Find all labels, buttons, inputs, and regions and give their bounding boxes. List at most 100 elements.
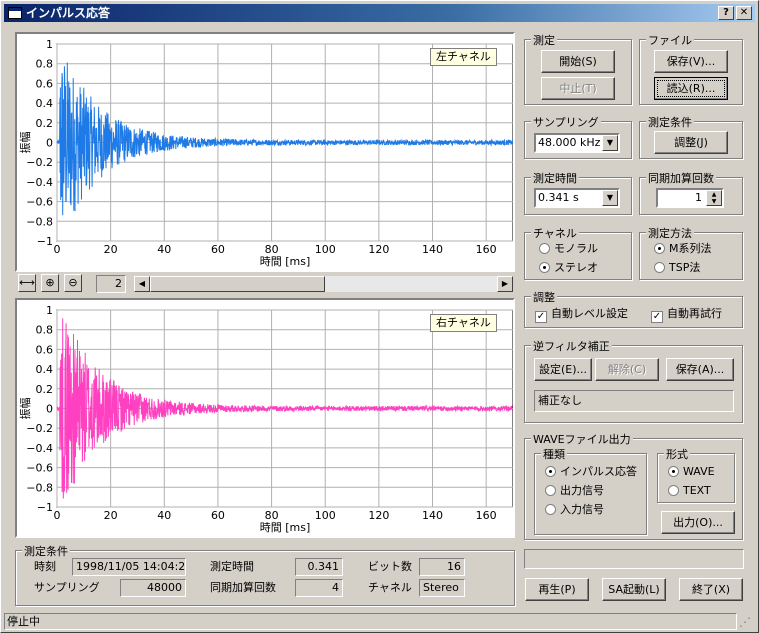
start-button[interactable]: 開始(S) xyxy=(541,50,615,73)
time-value: 0.341 s xyxy=(538,191,579,204)
output-signal-radio[interactable]: 出力信号 xyxy=(545,484,604,497)
bits-label: ビット数 xyxy=(368,560,412,573)
radio-off-icon xyxy=(539,243,550,254)
method-group-label: 測定方法 xyxy=(646,225,694,241)
adjust-button[interactable]: 調整(J) xyxy=(654,131,728,154)
output-button[interactable]: 出力(O)... xyxy=(661,511,735,534)
radio-on-icon xyxy=(654,243,665,254)
checkmark-icon: ✓ xyxy=(651,311,663,323)
mtime-value-field: 0.341 xyxy=(295,558,343,576)
x-tick-label: 20 xyxy=(104,509,118,522)
sa-launch-button[interactable]: SA起動(L) xyxy=(602,578,666,601)
y-tick-label: 0.2 xyxy=(36,383,54,396)
text-format-label: TEXT xyxy=(683,484,711,497)
x-tick-label: 160 xyxy=(476,509,497,522)
inverse-set-button[interactable]: 設定(E)... xyxy=(534,358,592,381)
inverse-filter-label: 逆フィルタ補正 xyxy=(531,338,612,354)
y-tick-label: −0.6 xyxy=(26,462,53,475)
y-tick-label: 1 xyxy=(46,38,53,51)
close-button[interactable]: ✕ xyxy=(736,6,752,20)
bits-value-field: 16 xyxy=(419,558,465,576)
sync-label: 同期加算回数 xyxy=(210,581,276,594)
scroll-thumb[interactable] xyxy=(150,276,325,292)
text-format-radio[interactable]: TEXT xyxy=(668,484,711,497)
mono-radio[interactable]: モノラル xyxy=(539,242,598,255)
stereo-label: ステレオ xyxy=(554,261,598,274)
y-tick-label: 0.6 xyxy=(36,77,54,90)
help-button[interactable]: ? xyxy=(718,6,734,20)
y-tick-label: −0.8 xyxy=(26,481,53,494)
y-tick-label: 0.8 xyxy=(36,324,54,337)
y-tick-label: −0.4 xyxy=(26,442,53,455)
inverse-release-button[interactable]: 解除(C) xyxy=(595,358,659,381)
wave-format-label: WAVE xyxy=(683,465,715,478)
x-axis-label: 時間 [ms] xyxy=(260,255,311,268)
file-group: ファイル 保存(V)... 読込(R)... xyxy=(639,32,743,105)
title-bar: インパルス応答 ? ✕ xyxy=(4,4,755,22)
y-axis-label: 振幅 xyxy=(18,132,32,154)
x-tick-label: 120 xyxy=(368,509,389,522)
y-tick-label: −0.2 xyxy=(26,422,53,435)
x-tick-label: 0 xyxy=(54,509,61,522)
sampling-value-field: 48000 xyxy=(120,579,186,597)
x-tick-label: 100 xyxy=(315,509,336,522)
time-select[interactable]: 0.341 s ▼ xyxy=(534,188,620,208)
y-tick-label: 0.2 xyxy=(36,117,54,130)
wave-output-group: WAVEファイル出力 種類 インパルス応答 出力信号 入力信号 形式 WAVE … xyxy=(524,431,743,540)
resize-grip-icon[interactable]: ⋰ xyxy=(739,614,755,630)
file-group-label: ファイル xyxy=(646,32,694,48)
y-tick-label: 0 xyxy=(46,403,53,416)
window-icon xyxy=(8,7,22,19)
inverse-save-button[interactable]: 保存(A)... xyxy=(666,358,734,381)
inverse-filter-group: 逆フィルタ補正 設定(E)... 解除(C) 保存(A)... 補正なし xyxy=(524,338,743,423)
y-tick-label: 0.6 xyxy=(36,343,54,356)
wave-format-radio[interactable]: WAVE xyxy=(668,465,715,478)
x-axis-label: 時間 [ms] xyxy=(260,521,311,534)
time-group-label: 測定時間 xyxy=(531,170,579,186)
radio-on-icon xyxy=(545,466,556,477)
time-value-field: 1998/11/05 14:04:20 xyxy=(72,558,186,576)
method-group: 測定方法 M系列法 TSP法 xyxy=(639,225,743,280)
horizontal-scrollbar[interactable]: ◀ ▶ xyxy=(133,275,514,293)
exit-button[interactable]: 終了(X) xyxy=(679,578,743,601)
impulse-label: インパルス応答 xyxy=(560,465,637,478)
zoom-out-icon[interactable]: ⊖ xyxy=(64,274,82,292)
file-save-button[interactable]: 保存(V)... xyxy=(654,50,728,73)
auto-retry-checkbox[interactable]: ✓ 自動再試行 xyxy=(651,307,722,323)
x-tick-label: 20 xyxy=(104,243,118,256)
status-bar: 停止中 xyxy=(4,613,737,630)
auto-level-label: 自動レベル設定 xyxy=(551,307,628,320)
x-tick-label: 40 xyxy=(157,243,171,256)
stop-button[interactable]: 中止(T) xyxy=(541,77,615,100)
input-signal-radio[interactable]: 入力信号 xyxy=(545,503,604,516)
zoom-in-icon[interactable]: ⊕ xyxy=(41,274,59,292)
mtime-label: 測定時間 xyxy=(210,560,254,573)
scroll-right-icon[interactable]: ▶ xyxy=(497,276,513,292)
y-tick-label: −0.6 xyxy=(26,196,53,209)
zoom-value: 2 xyxy=(96,275,126,293)
x-tick-label: 140 xyxy=(422,243,443,256)
impulse-radio[interactable]: インパルス応答 xyxy=(545,465,637,478)
chevron-down-icon[interactable]: ▼ xyxy=(602,135,618,151)
file-load-button[interactable]: 読込(R)... xyxy=(654,77,728,100)
output-signal-label: 出力信号 xyxy=(560,484,604,497)
sampling-group: サンプリング 48.000 kHz ▼ xyxy=(524,114,632,159)
y-axis-label: 振幅 xyxy=(18,398,32,420)
scroll-left-icon[interactable]: ◀ xyxy=(134,276,150,292)
tsp-radio[interactable]: TSP法 xyxy=(654,261,700,274)
type-group: 種類 インパルス応答 出力信号 入力信号 xyxy=(534,446,647,535)
fit-width-icon[interactable]: ⟷ xyxy=(18,274,36,292)
sampling-select[interactable]: 48.000 kHz ▼ xyxy=(534,133,620,153)
sync-value-field: 4 xyxy=(295,579,343,597)
y-tick-label: 0.8 xyxy=(36,58,54,71)
auto-level-checkbox[interactable]: ✓ 自動レベル設定 xyxy=(535,307,628,323)
sync-spinner[interactable]: 1 ▲ ▼ xyxy=(656,188,724,208)
y-tick-label: −0.2 xyxy=(26,156,53,169)
m-sequence-radio[interactable]: M系列法 xyxy=(654,242,712,255)
stereo-radio[interactable]: ステレオ xyxy=(539,261,598,274)
y-tick-label: 1 xyxy=(46,304,53,317)
window-title: インパルス応答 xyxy=(26,6,111,20)
play-button[interactable]: 再生(P) xyxy=(525,578,589,601)
spinner-arrows-icon[interactable]: ▲ ▼ xyxy=(706,190,722,206)
chevron-down-icon[interactable]: ▼ xyxy=(602,190,618,206)
